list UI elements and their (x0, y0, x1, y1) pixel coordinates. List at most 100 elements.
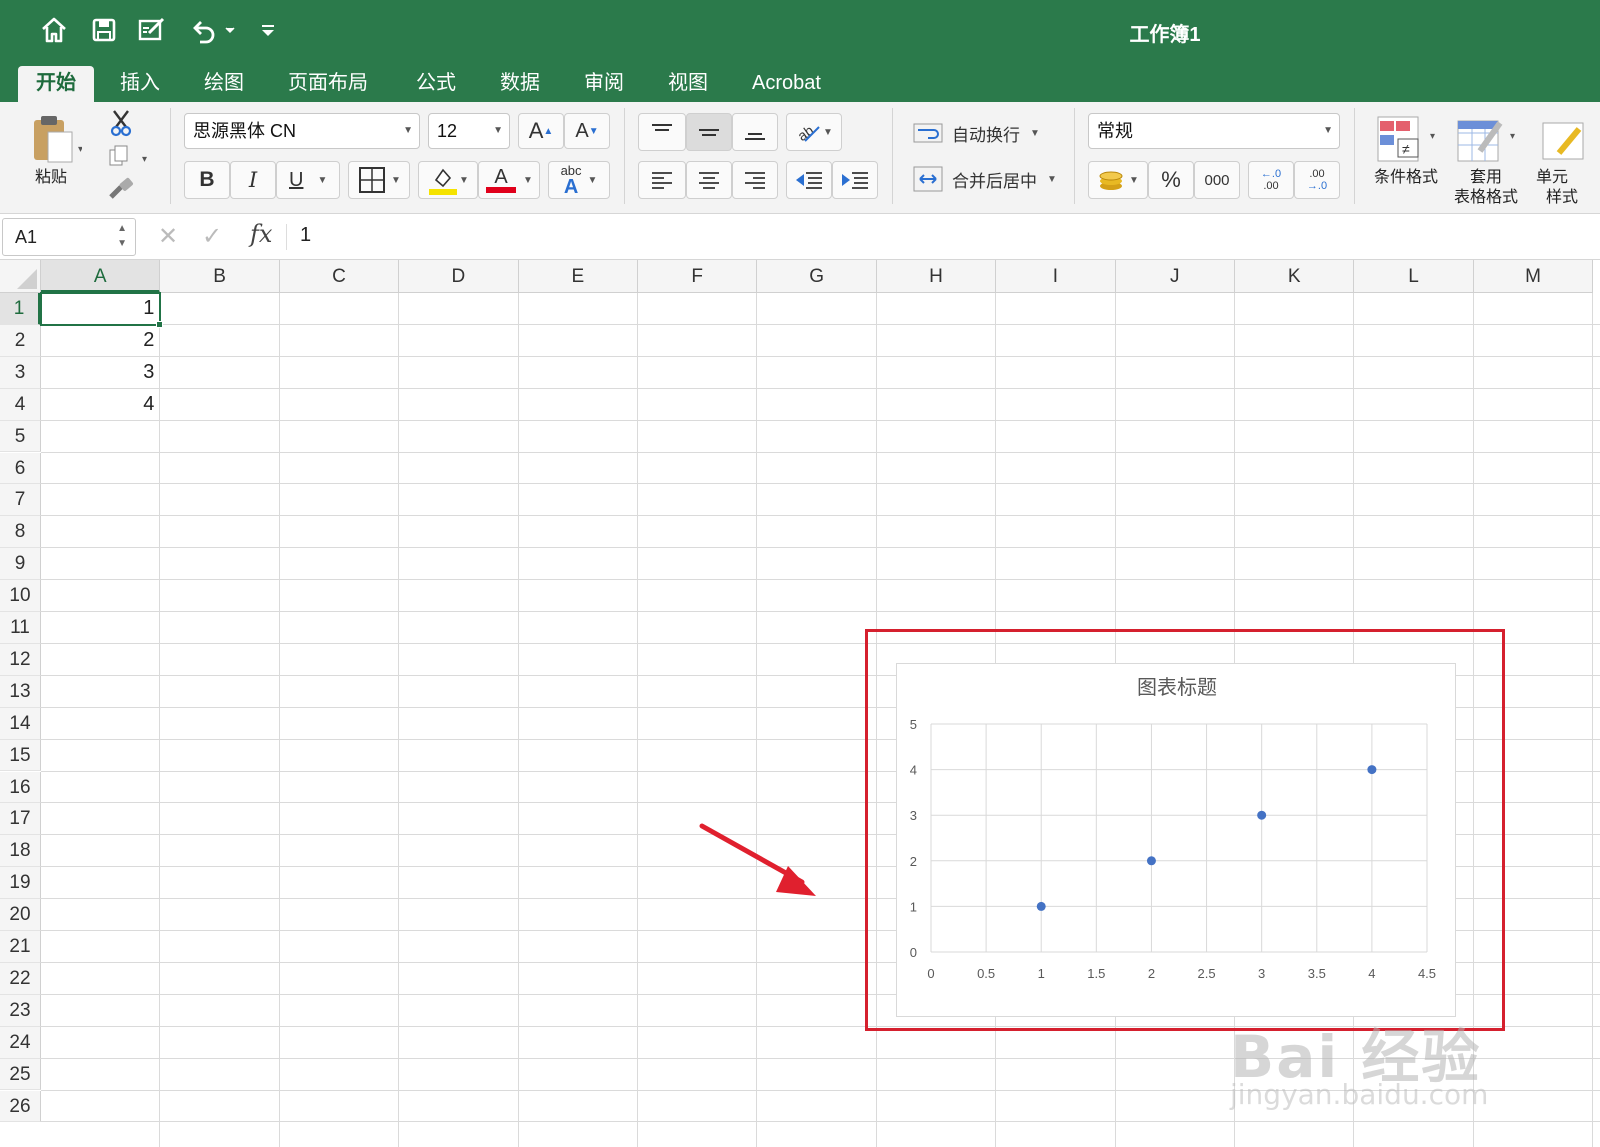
row-header-19[interactable]: 19 (0, 867, 41, 900)
number-format-select[interactable]: 常规 ▼ (1088, 113, 1340, 149)
column-header-k[interactable]: K (1235, 260, 1355, 293)
tab-acrobat[interactable]: Acrobat (734, 66, 839, 102)
insert-function-icon[interactable]: fx (250, 220, 272, 248)
edit-icon[interactable] (136, 14, 168, 46)
row-header-20[interactable]: 20 (0, 899, 41, 931)
row-header-18[interactable]: 18 (0, 835, 41, 868)
increase-decimal-button[interactable]: ←.0.00 (1248, 161, 1294, 199)
align-bottom-button[interactable] (732, 113, 778, 151)
row-header-15[interactable]: 15 (0, 739, 41, 772)
tab-formulas[interactable]: 公式 (398, 66, 474, 102)
align-right-button[interactable] (732, 161, 778, 199)
increase-indent-button[interactable] (832, 161, 878, 199)
align-left-button[interactable] (638, 161, 686, 199)
comma-style-button[interactable]: 000 (1194, 161, 1240, 199)
home-icon[interactable] (38, 14, 70, 46)
row-header-22[interactable]: 22 (0, 962, 41, 995)
tab-view[interactable]: 视图 (650, 66, 726, 102)
decrease-indent-button[interactable] (786, 161, 832, 199)
column-header-a[interactable]: A (41, 260, 161, 293)
tab-data[interactable]: 数据 (482, 66, 558, 102)
format-as-table-button[interactable]: ▾ (1452, 112, 1522, 168)
orientation-button[interactable]: ab ▼ (786, 113, 842, 151)
chart-area[interactable]: 图表标题 0 0.5 1 1.5 2 2.5 3 3.5 4 4.5 0 1 2 3 4 5 (896, 663, 1456, 1017)
align-center-button[interactable] (686, 161, 732, 199)
column-header-c[interactable]: C (279, 260, 400, 293)
row-header-17[interactable]: 17 (0, 803, 41, 836)
italic-button[interactable]: I (230, 161, 276, 199)
row-header-11[interactable]: 11 (0, 612, 41, 644)
row-header-14[interactable]: 14 (0, 707, 41, 740)
tab-review[interactable]: 审阅 (566, 66, 642, 102)
column-header-l[interactable]: L (1354, 260, 1474, 293)
column-header-i[interactable]: I (996, 260, 1116, 293)
select-all-corner[interactable] (0, 260, 41, 293)
tab-page-layout[interactable]: 页面布局 (270, 66, 386, 102)
borders-button[interactable]: ▼ (348, 161, 410, 199)
wrap-text-button[interactable]: 自动换行 ▼ (912, 116, 1052, 150)
save-icon[interactable] (88, 14, 120, 46)
bold-button[interactable]: B (184, 161, 230, 199)
customize-icon[interactable] (252, 14, 284, 46)
font-size-select[interactable]: 12 ▼ (428, 113, 510, 149)
phonetic-button[interactable]: abc A ▼ (548, 161, 610, 199)
paste-button[interactable]: ▾ (14, 110, 94, 166)
shrink-font-button[interactable]: A ▼ (564, 113, 610, 149)
row-header-7[interactable]: 7 (0, 484, 41, 517)
column-header-d[interactable]: D (399, 260, 519, 293)
row-header-8[interactable]: 8 (0, 516, 41, 549)
undo-icon[interactable] (186, 14, 238, 46)
cell-a2[interactable]: 2 (41, 325, 160, 357)
align-top-button[interactable] (638, 113, 686, 151)
name-box[interactable]: A1 ▲ ▼ (2, 218, 136, 256)
tab-home[interactable]: 开始 (18, 66, 94, 102)
cut-icon[interactable] (104, 106, 138, 140)
row-header-2[interactable]: 2 (0, 324, 41, 357)
merge-center-button[interactable]: 合并后居中 ▼ (912, 162, 1062, 196)
column-header-m[interactable]: M (1473, 260, 1594, 293)
cancel-edit-icon[interactable]: ✕ (158, 222, 178, 251)
align-middle-button[interactable] (686, 113, 732, 151)
row-header-1[interactable]: 1 (0, 293, 41, 325)
column-header-h[interactable]: H (876, 260, 997, 293)
row-header-4[interactable]: 4 (0, 388, 41, 421)
confirm-edit-icon[interactable]: ✓ (202, 222, 222, 251)
row-header-13[interactable]: 13 (0, 675, 41, 708)
row-header-5[interactable]: 5 (0, 420, 41, 453)
conditional-format-button[interactable]: ≠ ▾ (1372, 112, 1442, 168)
cell-styles-button[interactable] (1534, 112, 1594, 168)
decrease-decimal-button[interactable]: .00 →.0 (1294, 161, 1340, 199)
accounting-format-button[interactable]: ▼ (1088, 161, 1148, 199)
row-header-26[interactable]: 26 (0, 1090, 41, 1123)
row-header-25[interactable]: 25 (0, 1058, 41, 1091)
column-header-e[interactable]: E (518, 260, 638, 293)
row-header-12[interactable]: 12 (0, 643, 41, 676)
name-box-spinner-icon[interactable]: ▲ ▼ (117, 221, 127, 251)
row-header-9[interactable]: 9 (0, 548, 41, 581)
cell-a4[interactable]: 4 (41, 389, 160, 421)
copy-icon[interactable]: ▾ (104, 140, 154, 172)
column-header-j[interactable]: J (1115, 260, 1235, 293)
tab-insert[interactable]: 插入 (102, 66, 178, 102)
cell-a3[interactable]: 3 (41, 357, 160, 389)
formula-input[interactable]: 1 (300, 224, 311, 247)
row-header-6[interactable]: 6 (0, 452, 41, 485)
row-header-23[interactable]: 23 (0, 994, 41, 1027)
font-name-select[interactable]: 思源黑体 CN ▼ (184, 113, 420, 149)
format-painter-icon[interactable] (104, 174, 138, 206)
row-header-10[interactable]: 10 (0, 580, 41, 612)
column-header-g[interactable]: G (757, 260, 877, 293)
grow-font-button[interactable]: A ▲ (518, 113, 564, 149)
fill-color-button[interactable]: ▼ (418, 161, 478, 199)
fill-handle[interactable] (156, 320, 164, 328)
underline-button[interactable]: U ▼ (276, 161, 340, 199)
row-header-3[interactable]: 3 (0, 356, 41, 389)
font-color-button[interactable]: A ▼ (478, 161, 540, 199)
column-header-b[interactable]: B (160, 260, 280, 293)
row-header-21[interactable]: 21 (0, 931, 41, 963)
row-header-16[interactable]: 16 (0, 771, 41, 804)
column-header-f[interactable]: F (638, 260, 758, 293)
row-header-24[interactable]: 24 (0, 1026, 41, 1059)
percent-button[interactable]: % (1148, 161, 1194, 199)
tab-draw[interactable]: 绘图 (186, 66, 262, 102)
